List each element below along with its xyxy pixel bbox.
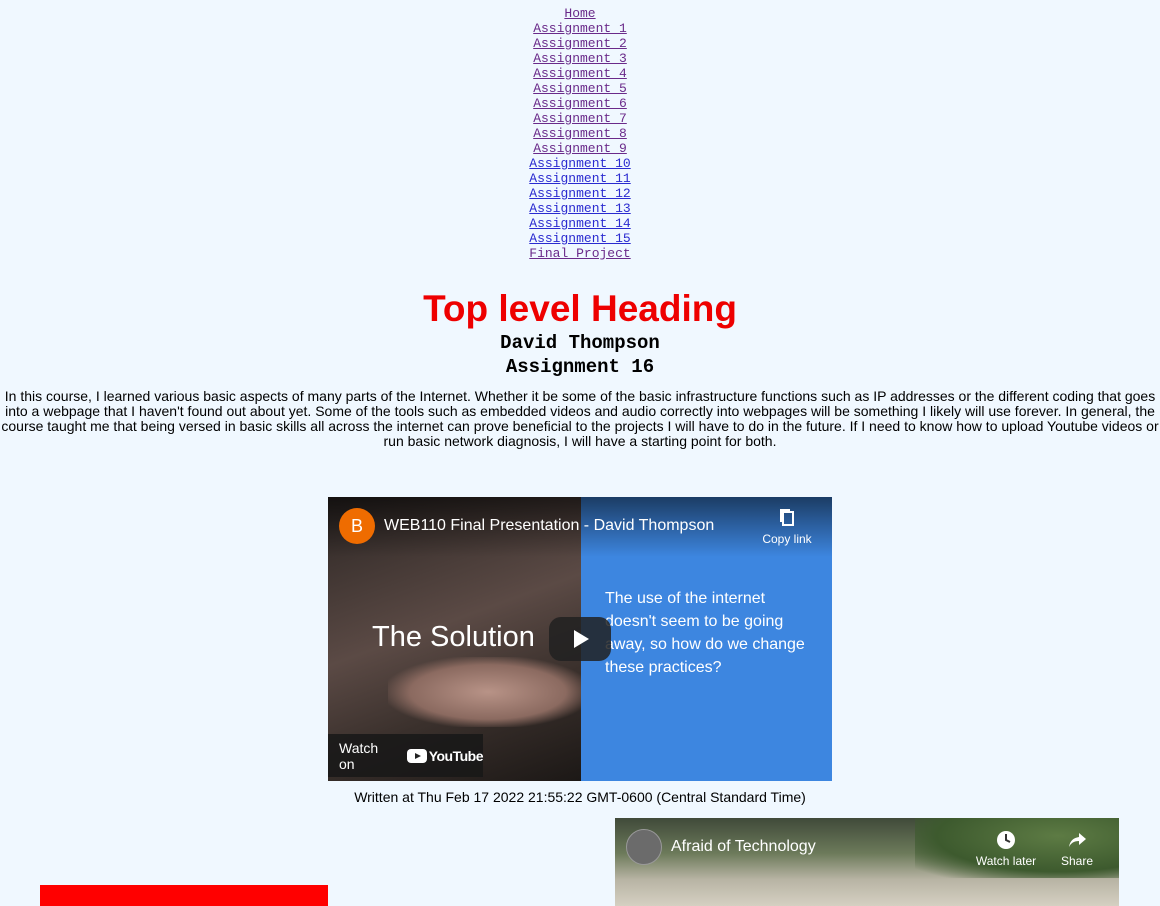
typing-hands-image [388, 657, 588, 727]
nav-link-assignment-9[interactable]: Assignment 9 [533, 141, 627, 156]
nav-link-assignment-5[interactable]: Assignment 5 [533, 81, 627, 96]
nav-link-assignment-15[interactable]: Assignment 15 [529, 231, 630, 246]
page-heading: Top level Heading [423, 288, 737, 329]
nav-link-assignment-14[interactable]: Assignment 14 [529, 216, 630, 231]
slide-solution-text: The Solution [372, 621, 535, 653]
nav-link-home[interactable]: Home [564, 6, 595, 21]
slide-quote-text: The use of the internet doesn't seem to … [605, 590, 805, 676]
nav-link-assignment-8[interactable]: Assignment 8 [533, 126, 627, 141]
copy-icon [780, 509, 794, 526]
nav-link-assignment-10[interactable]: Assignment 10 [529, 156, 630, 171]
watch-later-button[interactable]: Watch later [971, 830, 1041, 868]
share-label: Share [1060, 854, 1094, 868]
red-box [40, 885, 328, 906]
video-player-final-presentation[interactable]: The Solution The use of the internet doe… [328, 497, 832, 781]
nav-link-assignment-7[interactable]: Assignment 7 [533, 111, 627, 126]
video-player-afraid-of-technology[interactable]: Afraid of Technology Watch later Share [615, 818, 1119, 906]
watch-later-label: Watch later [975, 854, 1037, 868]
written-timestamp: Written at Thu Feb 17 2022 21:55:22 GMT-… [354, 789, 806, 805]
nav-link-assignment-3[interactable]: Assignment 3 [533, 51, 627, 66]
clock-icon [997, 831, 1015, 849]
youtube-logo: YouTube [406, 748, 484, 764]
course-reflection-paragraph: In this course, I learned various basic … [1, 388, 1159, 449]
watch-on-label: Watch on [339, 739, 379, 772]
nav-link-assignment-4[interactable]: Assignment 4 [533, 66, 627, 81]
copy-link-label: Copy link [762, 532, 812, 546]
nav-link-assignment-13[interactable]: Assignment 13 [529, 201, 630, 216]
author-name: David Thompson [500, 332, 660, 354]
share-button[interactable]: Share [1053, 830, 1101, 868]
nav-link-final-project[interactable]: Final Project [529, 246, 630, 261]
nav-link-assignment-12[interactable]: Assignment 12 [529, 186, 630, 201]
assignment-title: Assignment 16 [505, 356, 655, 378]
video-title-link[interactable]: Afraid of Technology [671, 838, 816, 856]
youtube-play-icon [406, 748, 427, 763]
channel-avatar[interactable]: B [339, 508, 375, 544]
nav-link-assignment-2[interactable]: Assignment 2 [533, 36, 627, 51]
assignment-nav: Home Assignment 1 Assignment 2 Assignment 3… [0, 0, 1160, 261]
copy-link-button[interactable]: Copy link [756, 508, 818, 546]
play-button[interactable] [549, 617, 611, 661]
channel-avatar[interactable] [626, 829, 662, 865]
video-title-link[interactable]: WEB110 Final Presentation - David Thomps… [384, 517, 714, 535]
nav-link-assignment-11[interactable]: Assignment 11 [529, 171, 630, 186]
watch-on-youtube-button[interactable]: Watch on YouTube [328, 734, 484, 777]
share-arrow-icon [1069, 833, 1086, 847]
nav-link-assignment-1[interactable]: Assignment 1 [533, 21, 627, 36]
nav-link-assignment-6[interactable]: Assignment 6 [533, 96, 627, 111]
